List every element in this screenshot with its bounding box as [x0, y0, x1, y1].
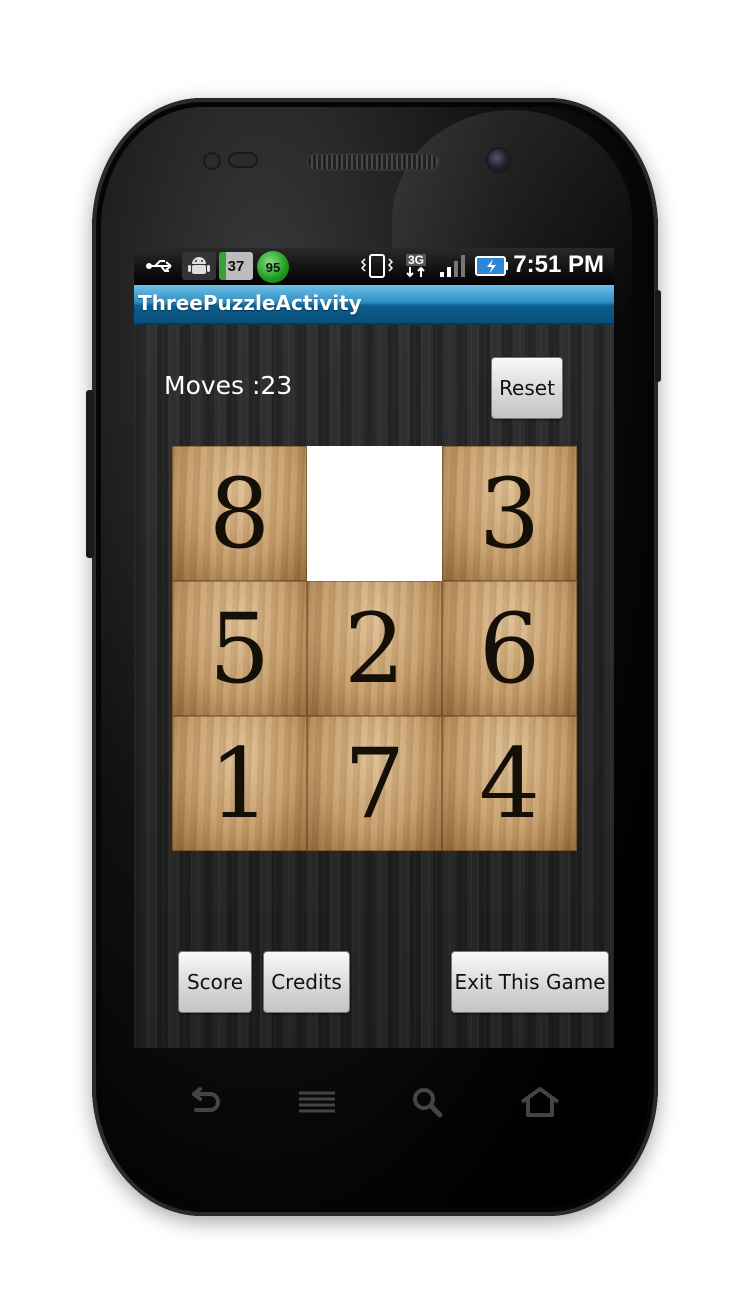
credits-button[interactable]: Credits — [263, 951, 350, 1013]
light-sensor — [230, 154, 256, 166]
front-camera — [488, 149, 510, 171]
cpu-badge: 95 — [257, 251, 289, 283]
home-icon[interactable] — [518, 1086, 560, 1118]
game-content: Moves :23 Reset 8 3 5 2 6 1 7 4 Score Cr… — [134, 325, 614, 1048]
search-icon[interactable] — [408, 1086, 448, 1118]
battery-badge-value: 37 — [227, 257, 245, 275]
puzzle-tile[interactable]: 5 — [172, 581, 307, 716]
puzzle-grid: 8 3 5 2 6 1 7 4 — [172, 446, 577, 851]
volume-button — [86, 390, 94, 558]
power-button — [655, 290, 661, 382]
device-screen: 37 95 3G 7:51 PM ThreePuzzleActivity Mov… — [134, 248, 614, 1048]
earpiece-speaker — [308, 155, 438, 169]
app-title: ThreePuzzleActivity — [138, 291, 362, 315]
vibrate-icon — [360, 252, 394, 280]
puzzle-tile[interactable]: 2 — [307, 581, 442, 716]
signal-icon — [438, 252, 468, 280]
puzzle-tile[interactable]: 4 — [442, 716, 577, 851]
back-icon[interactable] — [184, 1086, 224, 1118]
empty-tile[interactable] — [307, 446, 442, 581]
menu-icon[interactable] — [297, 1086, 337, 1118]
puzzle-tile[interactable]: 6 — [442, 581, 577, 716]
status-bar: 37 95 3G 7:51 PM — [134, 248, 614, 285]
moves-counter: Moves :23 — [164, 371, 293, 400]
puzzle-tile[interactable]: 3 — [442, 446, 577, 581]
cpu-badge-value: 95 — [265, 259, 281, 275]
battery-badge: 37 — [219, 252, 253, 280]
proximity-sensor — [205, 154, 219, 168]
network-type: 3G — [405, 253, 426, 267]
score-button[interactable]: Score — [178, 951, 252, 1013]
puzzle-tile[interactable]: 1 — [172, 716, 307, 851]
reset-button[interactable]: Reset — [491, 357, 563, 419]
exit-game-button[interactable]: Exit This Game — [451, 951, 609, 1013]
android-debug-icon — [182, 252, 216, 280]
network-3g-icon: 3G — [400, 252, 432, 280]
usb-icon — [144, 252, 178, 280]
puzzle-tile[interactable]: 7 — [307, 716, 442, 851]
app-title-bar: ThreePuzzleActivity — [134, 285, 614, 325]
status-time: 7:51 PM — [513, 251, 604, 278]
battery-charging-icon — [474, 252, 510, 280]
puzzle-tile[interactable]: 8 — [172, 446, 307, 581]
